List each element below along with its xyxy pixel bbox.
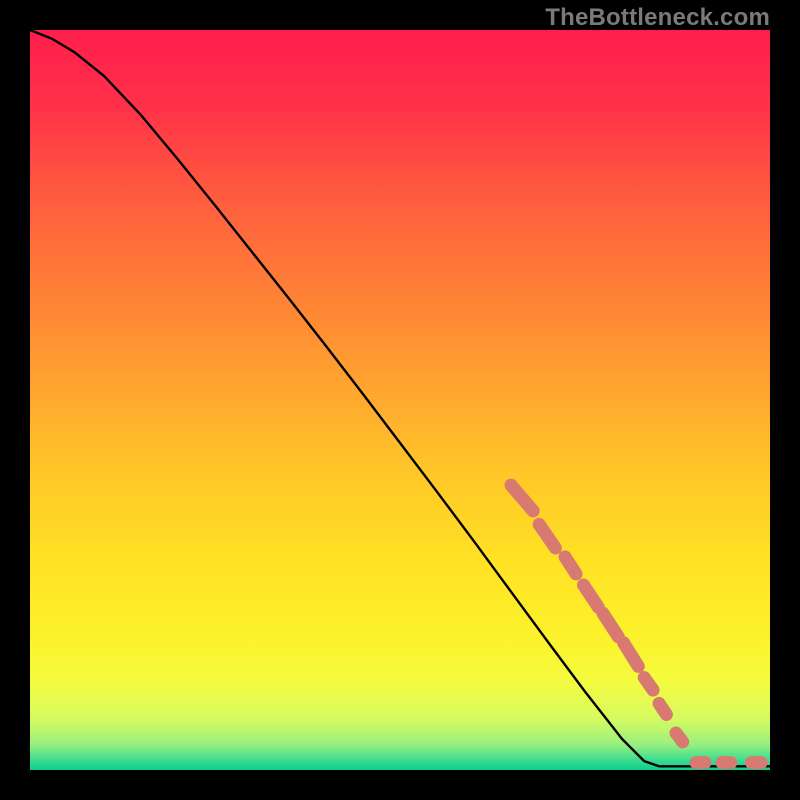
- chart-frame: TheBottleneck.com: [0, 0, 800, 800]
- watermark-text: TheBottleneck.com: [545, 4, 770, 32]
- chart-svg: [30, 30, 770, 770]
- plot-area: [30, 30, 770, 770]
